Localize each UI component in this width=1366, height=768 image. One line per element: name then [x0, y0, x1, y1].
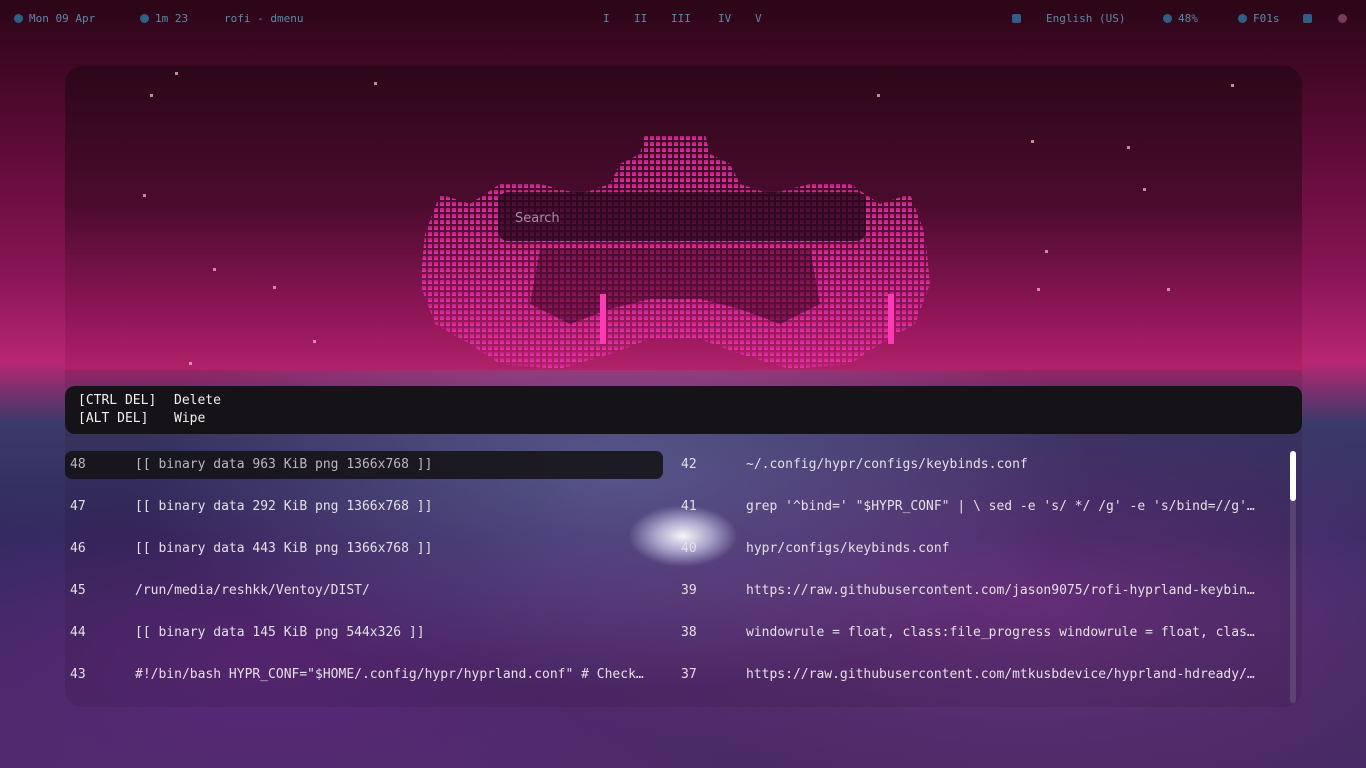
- star: [175, 72, 178, 75]
- star: [1127, 146, 1130, 149]
- entry-text: hypr/configs/keybinds.conf: [746, 541, 950, 556]
- workspace-1[interactable]: I: [603, 10, 610, 28]
- list-item[interactable]: 37 https://raw.githubusercontent.com/mtk…: [676, 661, 1274, 689]
- scrollbar-thumb[interactable]: [1290, 451, 1296, 501]
- entry-number: 40: [681, 541, 697, 556]
- entry-number: 46: [70, 541, 86, 556]
- star: [877, 94, 880, 97]
- entry-text: #!/bin/bash HYPR_CONF="$HOME/.config/hyp…: [135, 667, 644, 682]
- entry-number: 48: [70, 457, 86, 472]
- list-item[interactable]: 45 /run/media/reshkk/Ventoy/DIST/: [65, 577, 663, 605]
- entry-text: https://raw.githubusercontent.com/mtkusb…: [746, 667, 1255, 682]
- list-item[interactable]: 41 grep '^bind=' "$HYPR_CONF" | \ sed -e…: [676, 493, 1274, 521]
- keybind-help: [CTRL DEL] Delete [ALT DEL] Wipe: [65, 386, 1302, 434]
- keyboard-layout[interactable]: English (US): [1046, 10, 1125, 28]
- search-box[interactable]: [498, 192, 866, 241]
- help-key: [ALT DEL]: [78, 411, 149, 426]
- list-item[interactable]: 40 hypr/configs/keybinds.conf: [676, 535, 1274, 563]
- star: [189, 362, 192, 365]
- workspace-2[interactable]: II: [634, 10, 647, 28]
- power-button[interactable]: [1338, 10, 1353, 28]
- screen-widget[interactable]: [1303, 10, 1318, 28]
- entry-number: 44: [70, 625, 86, 640]
- entry-number: 39: [681, 583, 697, 598]
- list-item[interactable]: 47 [[ binary data 292 KiB png 1366x768 ]…: [65, 493, 663, 521]
- list-item[interactable]: 44 [[ binary data 145 KiB png 544x326 ]]: [65, 619, 663, 647]
- entry-text: grep '^bind=' "$HYPR_CONF" | \ sed -e 's…: [746, 499, 1255, 514]
- list-item[interactable]: 43 #!/bin/bash HYPR_CONF="$HOME/.config/…: [65, 661, 663, 689]
- scrollbar[interactable]: [1290, 451, 1296, 703]
- entry-number: 43: [70, 667, 86, 682]
- list-item[interactable]: 46 [[ binary data 443 KiB png 1366x768 ]…: [65, 535, 663, 563]
- entry-text: https://raw.githubusercontent.com/jason9…: [746, 583, 1255, 598]
- top-bar: Mon 09 Apr 1m 23 rofi - dmenu I II III I…: [0, 0, 1366, 38]
- help-row-delete: [CTRL DEL] Delete: [78, 392, 221, 410]
- help-row-wipe: [ALT DEL] Wipe: [78, 410, 205, 428]
- clipboard-icon: [1012, 14, 1021, 23]
- star: [273, 286, 276, 289]
- search-input[interactable]: [513, 206, 847, 230]
- circuit-pattern-graphic: [420, 134, 930, 369]
- workspace-4[interactable]: IV: [718, 10, 731, 28]
- star: [1045, 250, 1048, 253]
- entry-text: /run/media/reshkk/Ventoy/DIST/: [135, 583, 370, 598]
- power-icon: [1338, 14, 1347, 23]
- clipboard-list: 48 [[ binary data 963 KiB png 1366x768 ]…: [65, 451, 1287, 703]
- entry-number: 45: [70, 583, 86, 598]
- volume-widget[interactable]: 48%: [1163, 10, 1198, 28]
- star: [1031, 140, 1034, 143]
- header-artwork: [65, 66, 1302, 370]
- entry-number: 38: [681, 625, 697, 640]
- list-item[interactable]: 42 ~/.config/hypr/configs/keybinds.conf: [676, 451, 1274, 479]
- wifi-icon: [1238, 14, 1247, 23]
- entry-text: [[ binary data 292 KiB png 1366x768 ]]: [135, 499, 433, 514]
- star: [143, 194, 146, 197]
- entry-number: 41: [681, 499, 697, 514]
- help-action: Delete: [174, 393, 221, 408]
- screen-icon: [1303, 14, 1312, 23]
- star: [374, 82, 377, 85]
- entry-text: [[ binary data 963 KiB png 1366x768 ]]: [135, 457, 433, 472]
- help-key: [CTRL DEL]: [78, 393, 157, 408]
- clipboard-widget[interactable]: [1012, 10, 1027, 28]
- entry-number: 47: [70, 499, 86, 514]
- clock-icon: [140, 14, 149, 23]
- entry-text: ~/.config/hypr/configs/keybinds.conf: [746, 457, 1028, 472]
- entry-number: 42: [681, 457, 697, 472]
- list-item-selected[interactable]: 48 [[ binary data 963 KiB png 1366x768 ]…: [65, 451, 663, 479]
- help-action: Wipe: [174, 411, 206, 426]
- list-item[interactable]: 39 https://raw.githubusercontent.com/jas…: [676, 577, 1274, 605]
- entry-text: windowrule = float, class:file_progress …: [746, 625, 1255, 640]
- list-item[interactable]: 38 windowrule = float, class:file_progre…: [676, 619, 1274, 647]
- star: [1231, 84, 1234, 87]
- star: [1143, 188, 1146, 191]
- star: [213, 268, 216, 271]
- star: [1167, 288, 1170, 291]
- uptime-widget[interactable]: 1m 23: [140, 10, 188, 28]
- workspace-3[interactable]: III: [671, 10, 691, 28]
- active-window-title: rofi - dmenu: [224, 12, 304, 25]
- calendar-icon: [14, 14, 23, 23]
- date-widget[interactable]: Mon 09 Apr: [14, 10, 95, 28]
- entry-text: [[ binary data 145 KiB png 544x326 ]]: [135, 625, 425, 640]
- entry-text: [[ binary data 443 KiB png 1366x768 ]]: [135, 541, 433, 556]
- star: [1037, 288, 1040, 291]
- workspace-5[interactable]: V: [755, 10, 762, 28]
- star: [150, 94, 153, 97]
- network-widget[interactable]: F01s: [1238, 10, 1280, 28]
- entry-number: 37: [681, 667, 697, 682]
- volume-icon: [1163, 14, 1172, 23]
- star: [313, 340, 316, 343]
- rofi-window: [CTRL DEL] Delete [ALT DEL] Wipe 48 [[ bin…: [65, 66, 1302, 707]
